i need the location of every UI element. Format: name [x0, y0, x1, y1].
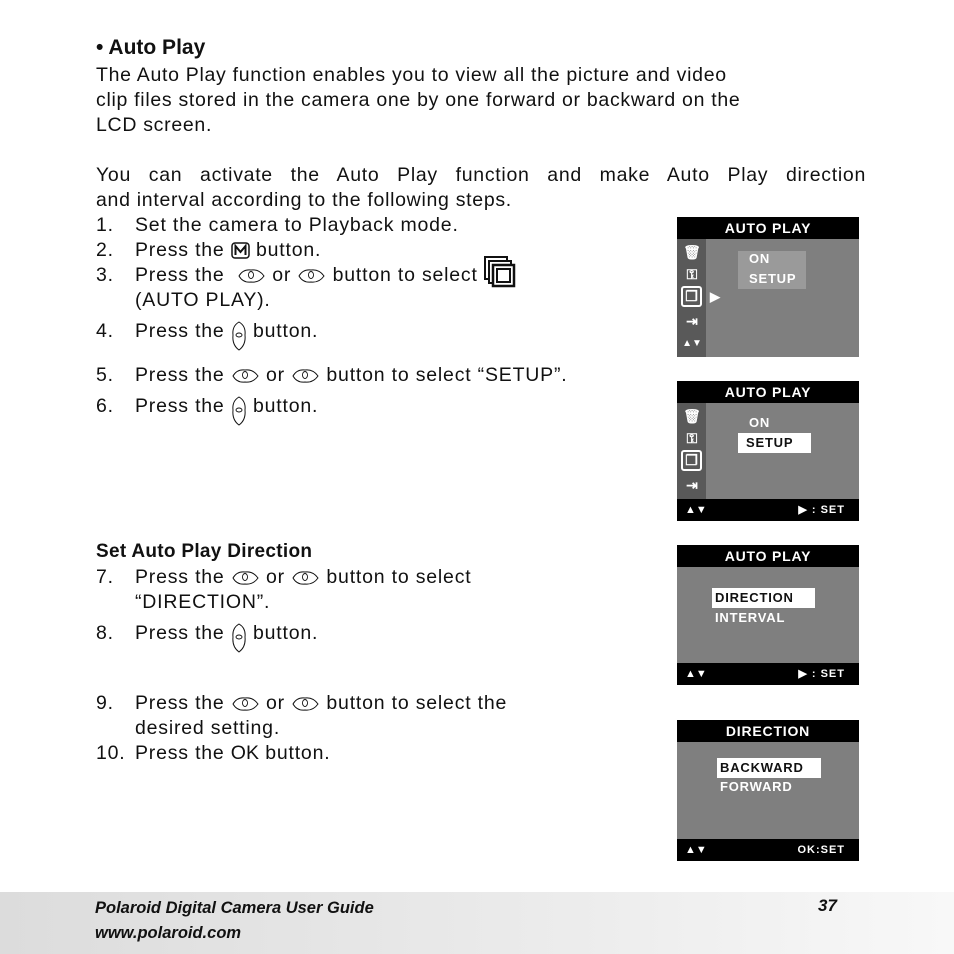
steps-intro-line-2: and interval according to the following … — [96, 189, 512, 211]
set-hint: ▶ : SET — [798, 668, 845, 680]
up-button-icon — [232, 369, 259, 383]
key-icon: ⚿ — [686, 266, 698, 282]
step-7-cont: “DIRECTION”. — [135, 591, 271, 613]
lcd-screen-1: AUTO PLAY 🗑 ⚿ ❐ ⇥ ▲▼ ▶ ON SETUP — [677, 217, 859, 357]
updown-icon: ▲▼ — [682, 338, 702, 349]
lcd-option[interactable]: ON — [746, 249, 773, 269]
ok-button-glyph: OK — [230, 742, 259, 764]
ok-set-hint: OK:SET — [797, 844, 845, 856]
lcd-option[interactable]: INTERVAL — [712, 608, 788, 628]
lcd-sidebar: 🗑 ⚿ ❐ ⇥ ▲▼ — [677, 239, 706, 357]
up-button-icon — [232, 697, 259, 711]
step-8: 8. Press the button. — [96, 615, 318, 653]
trash-icon: 🗑 — [683, 244, 701, 260]
lcd-option[interactable]: FORWARD — [717, 777, 796, 797]
intro-line: The Auto Play function enables you to vi… — [96, 64, 727, 86]
left-button-icon — [238, 269, 265, 283]
step-9: 9. Press the or button to select the — [96, 692, 508, 714]
step-9-cont: desired setting. — [135, 717, 281, 739]
down-button-icon — [292, 571, 319, 585]
step-6: 6. Press the button. — [96, 388, 318, 426]
trash-icon: 🗑 — [683, 408, 701, 424]
right-nav-button-icon — [298, 269, 325, 283]
updown-icon: ▲▼ — [685, 844, 707, 856]
lcd-screen-2: AUTO PLAY 🗑 ⚿ ❐ ⇥ ON SETUP ▲▼ ▶ : SET — [677, 381, 859, 521]
up-button-icon — [232, 571, 259, 585]
down-button-icon — [292, 697, 319, 711]
lcd-title: DIRECTION — [677, 720, 859, 742]
lcd-bottom-bar: ▲▼ ▶ : SET — [677, 499, 859, 521]
step-3-cont: (AUTO PLAY). — [135, 289, 271, 311]
key-icon: ⚿ — [686, 430, 698, 446]
set-hint: ▶ : SET — [798, 504, 845, 516]
exit-icon: ⇥ — [686, 477, 698, 493]
lcd-option-selected[interactable]: SETUP — [738, 433, 811, 453]
lcd-option[interactable]: ON — [746, 413, 773, 433]
footer: Polaroid Digital Camera User Guide www.p… — [0, 892, 954, 954]
updown-icon: ▲▼ — [685, 668, 707, 680]
right-button-icon — [232, 623, 246, 653]
right-button-icon — [232, 321, 246, 351]
right-button-icon — [232, 396, 246, 426]
steps-intro-line-1: You can activate the Auto Play function … — [96, 164, 866, 186]
step-1: 1. Set the camera to Playback mode. — [96, 214, 459, 236]
intro-line: LCD screen. — [96, 114, 213, 136]
page-number: 37 — [818, 896, 837, 915]
section-heading: • Auto Play — [96, 36, 206, 59]
autoplay-icon: ❐ — [681, 286, 702, 307]
submenu-arrow-icon: ▶ — [710, 289, 720, 304]
step-5: 5. Press the or button to select “SETUP”. — [96, 364, 568, 386]
step-10: 10. Press the OK button. — [96, 742, 331, 764]
lcd-screen-3: AUTO PLAY DIRECTION INTERVAL ▲▼ ▶ : SET — [677, 545, 859, 685]
intro-paragraph: The Auto Play function enables you to vi… — [96, 63, 866, 138]
step-4: 4. Press the button. — [96, 313, 318, 351]
intro-line: clip files stored in the camera one by o… — [96, 89, 741, 111]
subheading: Set Auto Play Direction — [96, 541, 313, 562]
lcd-bottom-bar: ▲▼ OK:SET — [677, 839, 859, 861]
down-button-icon — [292, 369, 319, 383]
exit-icon: ⇥ — [686, 313, 698, 329]
updown-icon: ▲▼ — [685, 504, 707, 516]
lcd-option-selected[interactable]: DIRECTION — [712, 588, 815, 608]
lcd-title: AUTO PLAY — [677, 217, 859, 239]
lcd-bottom-bar: ▲▼ ▶ : SET — [677, 663, 859, 685]
menu-m-button-icon — [231, 242, 250, 260]
step-2: 2. Press the button. — [96, 239, 322, 261]
lcd-sidebar: 🗑 ⚿ ❐ ⇥ — [677, 403, 706, 499]
lcd-screen-4: DIRECTION BACKWARD FORWARD ▲▼ OK:SET — [677, 720, 859, 861]
step-7: 7. Press the or button to select — [96, 566, 472, 588]
footer-url[interactable]: www.polaroid.com — [95, 924, 241, 943]
lcd-option-selected[interactable]: BACKWARD — [717, 758, 821, 778]
autoplay-icon: ❐ — [681, 450, 702, 471]
lcd-title: AUTO PLAY — [677, 381, 859, 403]
lcd-option[interactable]: SETUP — [746, 269, 799, 289]
autoplay-icon — [483, 255, 516, 288]
step-3: 3. Press the or button to select — [96, 255, 516, 288]
footer-title: Polaroid Digital Camera User Guide — [95, 899, 374, 917]
lcd-title: AUTO PLAY — [677, 545, 859, 567]
